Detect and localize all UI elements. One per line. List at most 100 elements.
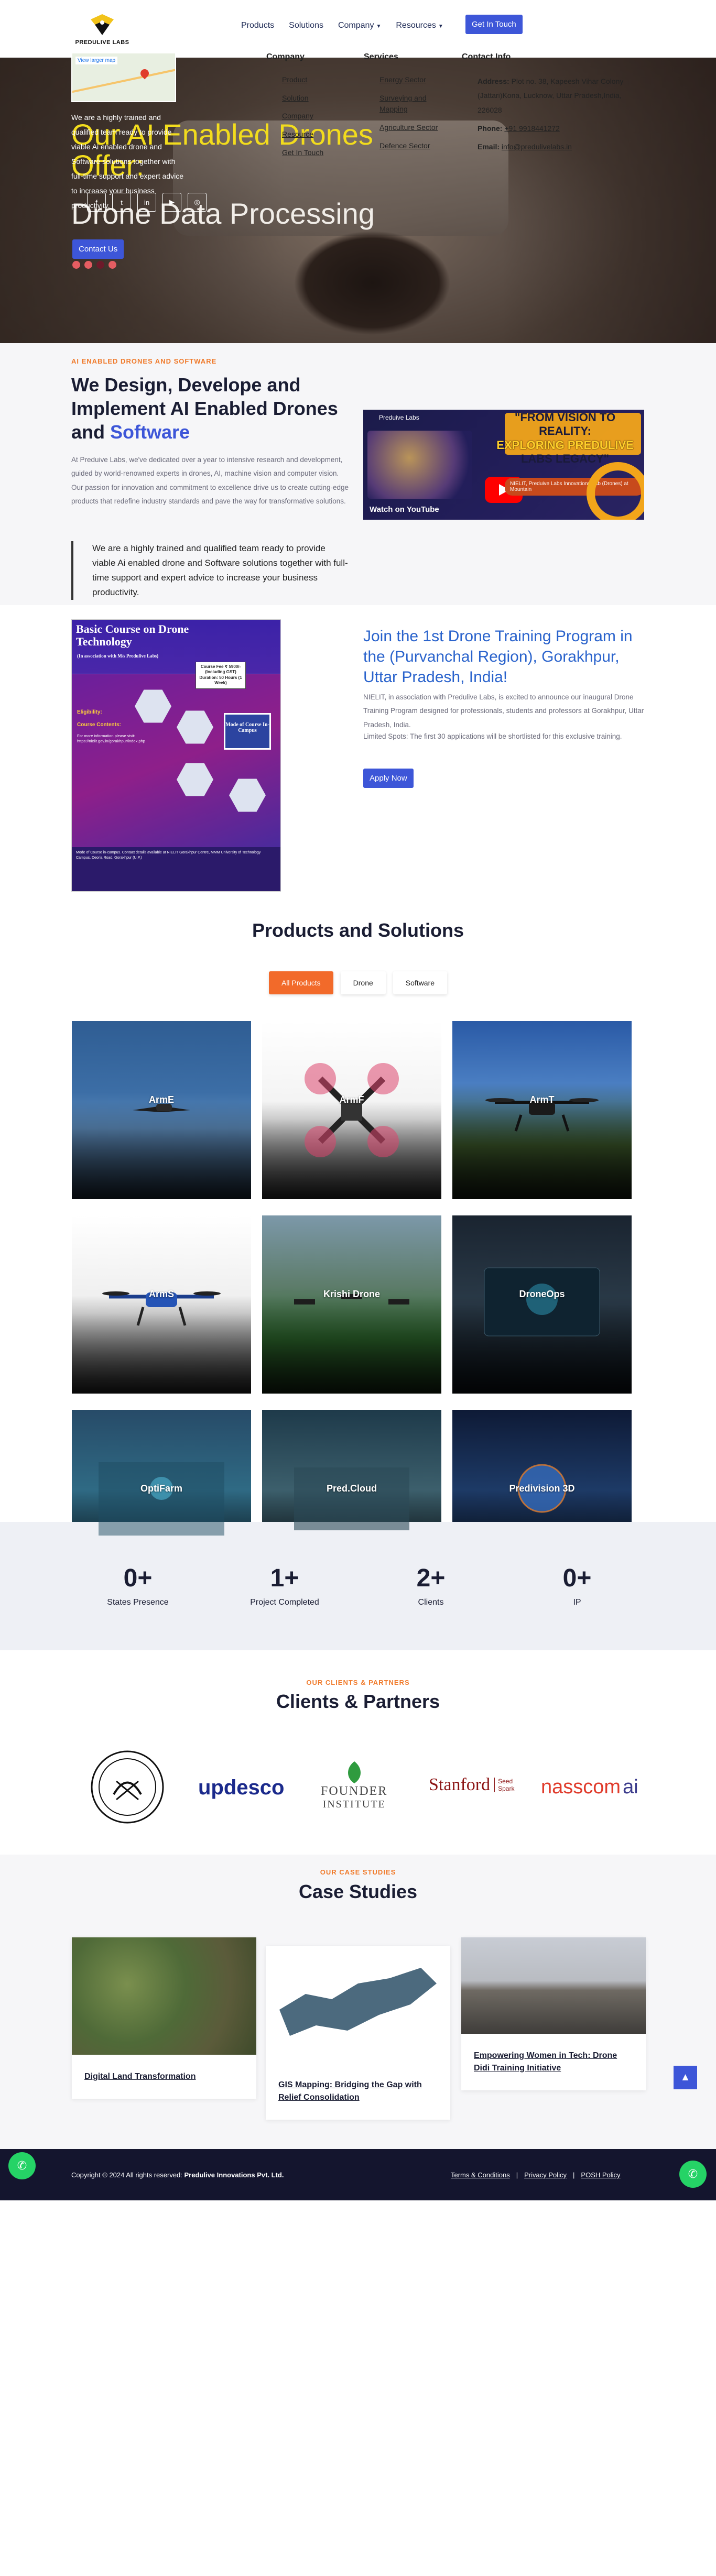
- video-thumbnail-people: [367, 431, 472, 499]
- stat-label: Clients: [418, 1598, 444, 1607]
- products-title: Products and Solutions: [252, 919, 464, 941]
- nav-resources-label: Resources: [396, 21, 436, 30]
- product-card-krishi-drone[interactable]: Krishi Drone: [262, 1215, 441, 1394]
- copyright: Copyright © 2024 All rights reserved: Pr…: [71, 2171, 284, 2179]
- slider-dot[interactable]: [72, 261, 80, 269]
- case-card[interactable]: GIS Mapping: Bridging the Gap with Relie…: [266, 1946, 450, 2120]
- footer-link[interactable]: Solution: [282, 93, 323, 104]
- stat-label: IP: [573, 1598, 581, 1607]
- footer-link[interactable]: Agriculture Sector: [379, 122, 448, 134]
- laptop-dashboard-icon: [484, 1267, 600, 1336]
- product-card-armf[interactable]: ArmF: [262, 1021, 441, 1199]
- course-poster: Basic Course on Drone Technology (In ass…: [71, 619, 281, 892]
- email-link[interactable]: info@predulivelabs.in: [502, 142, 572, 151]
- footer-link[interactable]: Energy Sector: [379, 74, 448, 86]
- cases-eyebrow: OUR CASE STUDIES: [320, 1868, 396, 1876]
- nav-products[interactable]: Products: [241, 21, 274, 30]
- top-navbar: PREDULIVE LABS Products Solutions Compan…: [0, 0, 716, 58]
- product-filters: All Products Drone Software: [0, 971, 716, 994]
- footer-link[interactable]: Company: [282, 111, 323, 122]
- slider-dot[interactable]: [109, 261, 116, 269]
- case-card[interactable]: Empowering Women in Tech: Drone Didi Tra…: [461, 1937, 646, 2090]
- blue-drone-icon: [102, 1291, 221, 1326]
- product-card-droneops[interactable]: DroneOps: [452, 1215, 632, 1394]
- filter-drone[interactable]: Drone: [340, 971, 386, 994]
- case-card[interactable]: Digital Land Transformation: [72, 1937, 256, 2099]
- course-section: Basic Course on Drone Technology (In ass…: [0, 605, 716, 919]
- get-in-touch-button[interactable]: Get In Touch: [465, 15, 523, 34]
- contact-us-button[interactable]: Contact Us: [72, 239, 124, 259]
- poster-mode: Mode of Course In-Campus: [224, 713, 271, 750]
- footer-link[interactable]: Defence Sector: [379, 140, 448, 152]
- footer-company-title: Company: [266, 52, 305, 61]
- legal-links: Terms & Conditions | Privacy Policy | POSH…: [451, 2171, 621, 2179]
- stat-clients: 2+ Clients: [378, 1564, 483, 1607]
- footer-address: Address: Plot no. 38, Kapeesh Vihar Colo…: [462, 74, 640, 117]
- bottom-bar: Copyright © 2024 All rights reserved: Pr…: [0, 2149, 716, 2200]
- footer-link[interactable]: Product: [282, 74, 323, 86]
- youtube-video-embed[interactable]: Preduive Labs "FROM VISION TO REALITY: E…: [363, 410, 644, 520]
- product-card-label: Pred.Cloud: [326, 1483, 377, 1494]
- logo[interactable]: PREDULIVE LABS: [73, 6, 131, 52]
- watch-on-youtube[interactable]: Watch on YouTube: [370, 505, 439, 514]
- whatsapp-icon[interactable]: ✆: [679, 2161, 707, 2188]
- case-title[interactable]: Digital Land Transformation: [72, 2055, 256, 2099]
- phone-link[interactable]: +91 9918441272: [504, 124, 560, 133]
- case-title[interactable]: GIS Mapping: Bridging the Gap with Relie…: [266, 2063, 450, 2120]
- video-channel: Preduive Labs: [379, 414, 419, 421]
- company-name: Predulive Innovations Pvt. Ltd.: [184, 2171, 284, 2179]
- footer-contact-column: Contact Info Address: Plot no. 38, Kapee…: [462, 52, 640, 158]
- product-card-label: ArmS: [148, 1288, 174, 1299]
- product-card-label: Krishi Drone: [323, 1288, 381, 1299]
- social-links: f t in ▶ ◎: [87, 193, 207, 212]
- scroll-to-top-button[interactable]: ▲: [674, 2066, 697, 2089]
- apply-now-button[interactable]: Apply Now: [363, 769, 414, 788]
- stat-ip: 0+ IP: [525, 1564, 630, 1607]
- nav-company-label: Company: [338, 21, 374, 30]
- embedded-map[interactable]: View larger map: [71, 52, 176, 102]
- case-image-gis-map: [266, 1946, 450, 2063]
- institute-wordmark: INSTITUTE: [322, 1799, 386, 1810]
- case-title[interactable]: Empowering Women in Tech: Drone Didi Tra…: [461, 2034, 646, 2090]
- instagram-icon[interactable]: ◎: [188, 193, 207, 212]
- privacy-link[interactable]: Privacy Policy: [524, 2171, 567, 2179]
- nav-company[interactable]: Company ▼: [338, 21, 381, 30]
- facebook-icon[interactable]: f: [87, 193, 106, 212]
- linkedin-icon[interactable]: in: [137, 193, 156, 212]
- product-card-arms[interactable]: ArmS: [72, 1215, 251, 1394]
- view-larger-map-link[interactable]: View larger map: [75, 57, 118, 64]
- footer-link[interactable]: Resource: [282, 129, 323, 140]
- filter-all-products[interactable]: All Products: [268, 971, 333, 994]
- divider: |: [573, 2171, 575, 2179]
- footer-link[interactable]: Surveying and Mapping: [379, 93, 448, 115]
- fpv-drone-icon: [305, 1063, 399, 1157]
- poster-details: Eligibility: Course Contents: For more i…: [77, 709, 171, 744]
- nav-resources[interactable]: Resources ▼: [396, 21, 443, 30]
- twitter-icon[interactable]: t: [112, 193, 131, 212]
- footer-services-column: Services Energy Sector Surveying and Map…: [364, 52, 448, 158]
- slider-dot[interactable]: [84, 261, 92, 269]
- nav-solutions[interactable]: Solutions: [289, 21, 323, 30]
- client-logo-founder-institute: FOUNDER INSTITUTE: [321, 1760, 387, 1811]
- posh-link[interactable]: POSH Policy: [581, 2171, 620, 2179]
- case-image-satellite: [72, 1937, 256, 2055]
- footer-phone: Phone: +91 9918441272: [462, 122, 640, 136]
- product-card-arme[interactable]: ArmE: [72, 1021, 251, 1199]
- divider: |: [516, 2171, 518, 2179]
- product-card-label: OptiFarm: [140, 1483, 182, 1494]
- slider-dot-active[interactable]: [96, 261, 104, 269]
- seed-word: Seed: [498, 1778, 513, 1785]
- poster-title: Basic Course on Drone Technology: [76, 622, 189, 649]
- stat-states: 0+ States Presence: [85, 1564, 190, 1607]
- stats-section: 0+ States Presence 1+ Project Completed 2+…: [0, 1522, 716, 1650]
- terms-link[interactable]: Terms & Conditions: [451, 2171, 510, 2179]
- gis-map-icon: [279, 1968, 437, 2036]
- poster-footer: Mode of Course in-campus. Contact detail…: [72, 847, 280, 891]
- poster-subtitle: (In association with M/s Predulive Labs): [77, 653, 159, 659]
- filter-software[interactable]: Software: [393, 971, 448, 994]
- footer-link[interactable]: Get In Touch: [282, 147, 323, 159]
- gear-icon: [587, 462, 644, 520]
- whatsapp-icon[interactable]: ✆: [8, 2152, 36, 2179]
- youtube-icon[interactable]: ▶: [162, 193, 181, 212]
- product-card-armt[interactable]: ArmT: [452, 1021, 632, 1199]
